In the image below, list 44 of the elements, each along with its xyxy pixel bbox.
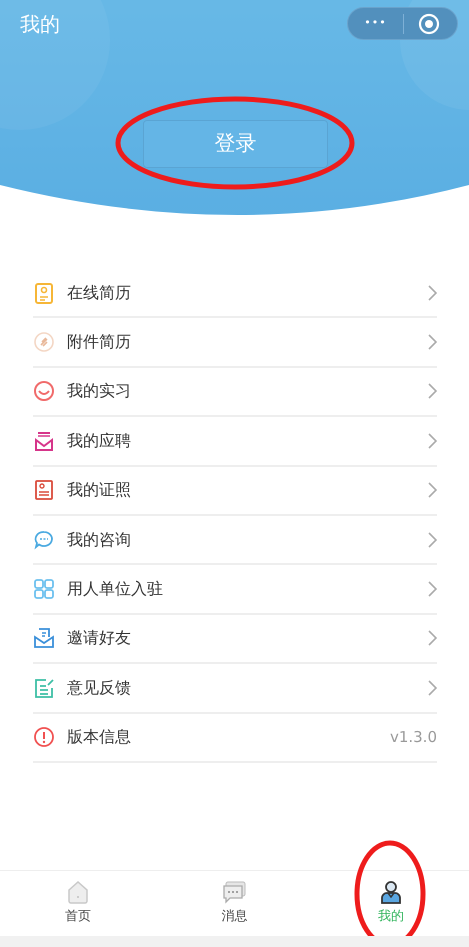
envelope-icon [33,627,55,650]
more-icon: ••• [348,15,403,32]
chevron-right-icon [427,680,437,696]
menu-item[interactable]: 意见反馈 [33,664,437,714]
certificate-icon [33,479,55,502]
menu-label: 我的证照 [67,479,131,502]
version-text: v1.3.0 [390,726,437,748]
chevron-right-icon [427,581,437,598]
menu-label: 版本信息 [67,726,131,748]
chevron-right-icon [427,482,437,498]
tab-item[interactable]: 首页 [0,871,156,936]
menu-label: 附件简历 [67,331,131,354]
menu-label: 我的应聘 [67,430,131,452]
chevron-right-icon [427,630,437,646]
chat-icon [221,879,248,905]
tab-item[interactable]: 消息 [156,871,313,936]
menu-item[interactable]: 邀请好友 [33,614,437,664]
chevron-right-icon [427,532,437,548]
menu-label: 用人单位入驻 [67,578,163,600]
menu-label: 意见反馈 [67,676,131,699]
menu-item[interactable]: 用人单位入驻 [33,565,437,615]
chevron-right-icon [427,383,437,400]
menu-item[interactable]: 我的证照 [33,466,437,516]
inbox-icon [33,430,55,452]
menu-label: 在线简历 [67,282,131,304]
menu-item[interactable]: 我的咨询 [33,516,437,566]
chevron-right-icon [427,432,437,449]
grid-icon [33,578,55,600]
menu-item[interactable]: 在线简历 [33,269,437,318]
menu-label: 我的咨询 [67,528,131,551]
chevron-right-icon [427,334,437,350]
menu-item[interactable]: 版本信息 v1.3.0 [33,714,437,763]
chevron-right-icon [427,284,437,301]
menu-label: 我的实习 [67,380,131,402]
menu-item[interactable]: 我的应聘 [33,417,437,467]
menu-item[interactable]: 我的实习 [33,368,437,418]
page-title: 我的 [20,11,60,38]
menu-item[interactable]: 附件简历 [33,318,437,368]
edit-icon [33,676,55,699]
resume-icon [33,282,55,304]
smile-icon [33,380,55,402]
chat-bubble-icon [33,528,55,551]
menu-label: 邀请好友 [67,627,131,650]
info-icon [33,726,55,748]
